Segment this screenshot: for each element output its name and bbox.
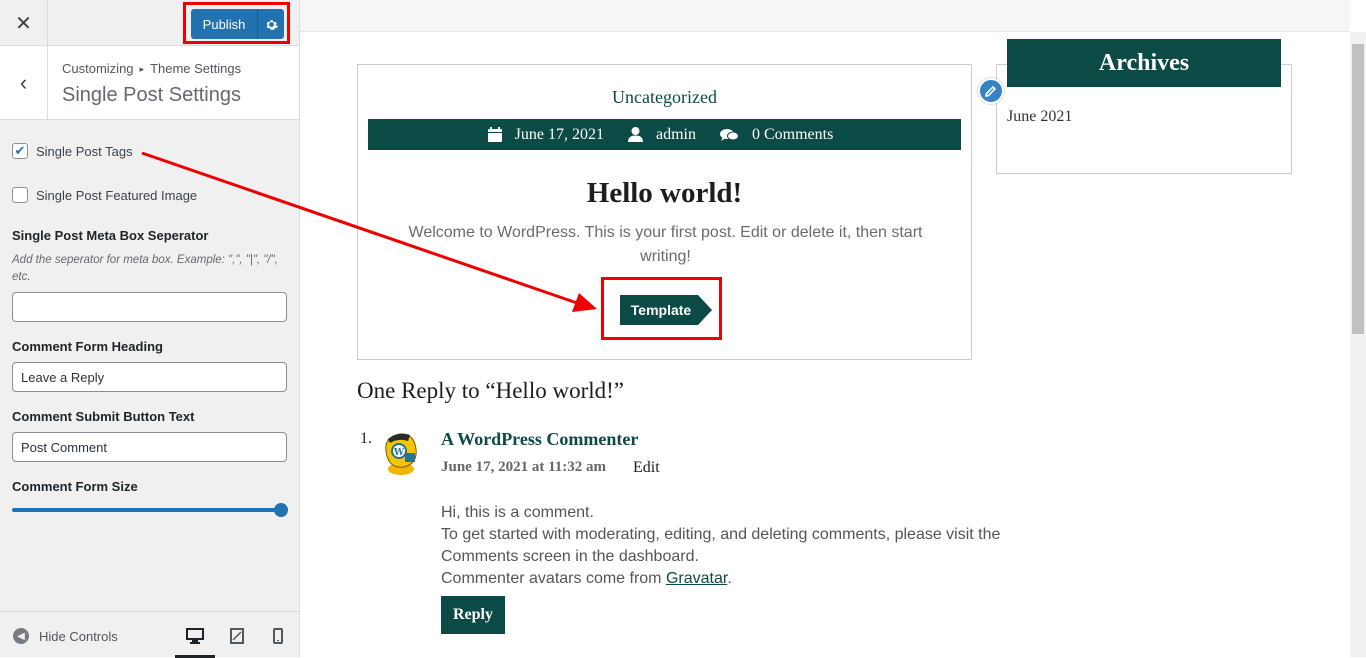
template-button-label: Template <box>630 302 692 318</box>
meta-separator-input[interactable] <box>12 292 287 322</box>
post-comments-text: 0 Comments <box>751 125 834 143</box>
post-category-link[interactable]: Uncategorized <box>358 87 971 108</box>
pencil-icon[interactable] <box>978 78 1004 104</box>
publish-button[interactable]: Publish <box>191 9 257 39</box>
breadcrumb: Customizing ▸ Theme Settings <box>62 61 241 76</box>
checkbox-unchecked[interactable] <box>12 187 28 203</box>
gravatar-link[interactable]: Gravatar <box>666 570 727 587</box>
section-header: ‹ Customizing ▸ Theme Settings Single Post… <box>0 46 299 120</box>
meta-separator-description: Add the seperator for meta box. Example:… <box>12 254 278 283</box>
hide-controls-button[interactable]: ◀ Hide Controls <box>13 628 118 644</box>
comments-heading: One Reply to “Hello world!” <box>357 378 624 403</box>
featured-image-label: Single Post Featured Image <box>36 187 198 203</box>
post-title[interactable]: Hello world! <box>358 177 971 210</box>
archive-link-june-2021[interactable]: June 2021 <box>1007 108 1072 126</box>
comment-number: 1. <box>360 430 372 447</box>
collapse-icon: ◀ <box>13 628 29 644</box>
publish-highlight-box: Publish <box>183 2 290 44</box>
post-author-text: admin <box>655 125 696 143</box>
comment-line-3-suffix: . <box>727 570 732 587</box>
single-post-tags-control[interactable]: ✔ Single Post Tags <box>12 143 133 159</box>
comments-icon <box>719 128 739 141</box>
template-highlight-box: Template <box>601 277 722 340</box>
scrollbar-thumb[interactable] <box>1352 44 1364 334</box>
slider-thumb[interactable] <box>274 503 288 517</box>
comment-date-link[interactable]: June 17, 2021 at 11:32 am <box>441 459 606 476</box>
site-preview: Uncategorized June 17, 2021 admin 0 Comm… <box>300 0 1366 657</box>
comment-body: Hi, this is a comment. To get started wi… <box>441 502 1001 590</box>
post-meta-bar: June 17, 2021 admin 0 Comments <box>368 119 961 150</box>
comment-line-1: Hi, this is a comment. <box>441 504 594 521</box>
reply-button[interactable]: Reply <box>441 596 505 634</box>
template-button[interactable]: Template <box>620 295 712 325</box>
back-arrow-icon[interactable]: ‹ <box>0 46 48 119</box>
post-card: Uncategorized June 17, 2021 admin 0 Comm… <box>357 64 972 360</box>
meta-separator-label: Single Post Meta Box Seperator <box>12 228 209 243</box>
post-excerpt: Welcome to WordPress. This is your first… <box>408 224 923 265</box>
breadcrumb-separator: ▸ <box>139 64 145 74</box>
single-post-tags-label: Single Post Tags <box>36 143 133 159</box>
comment-line-2: To get started with moderating, editing,… <box>441 526 1001 565</box>
archives-heading: Archives <box>1007 39 1281 87</box>
customizer-footer: ◀ Hide Controls <box>0 611 299 658</box>
section-title: Single Post Settings <box>62 84 241 106</box>
comment-submit-input[interactable]: Post Comment <box>12 432 287 462</box>
user-icon <box>627 127 643 142</box>
post-comments-count[interactable]: 0 Comments <box>719 125 841 144</box>
featured-image-control[interactable]: Single Post Featured Image <box>12 187 197 203</box>
preview-scrollbar[interactable] <box>1350 32 1366 657</box>
preview-topbar <box>300 0 1350 32</box>
comment-heading-input[interactable]: Leave a Reply <box>12 362 287 392</box>
slider-track <box>12 508 282 512</box>
commenter-avatar: W <box>380 429 422 477</box>
comment-submit-label: Comment Submit Button Text <box>12 409 195 424</box>
post-date-text: June 17, 2021 <box>514 125 604 143</box>
customizer-sidebar: ✕ Publish ‹ Customizing ▸ Theme Settings S… <box>0 0 300 658</box>
calendar-icon <box>487 127 502 142</box>
desktop-icon[interactable] <box>183 626 207 646</box>
hide-controls-label: Hide Controls <box>39 628 118 644</box>
customizer-header: ✕ Publish <box>0 0 299 46</box>
comment-size-slider[interactable] <box>12 503 288 517</box>
breadcrumb-current: Theme Settings <box>150 61 242 76</box>
mobile-icon[interactable] <box>266 626 290 646</box>
comment-line-3-prefix: Commenter avatars come from <box>441 570 666 587</box>
comment-line-3: Commenter avatars come from Gravatar. <box>441 568 1001 590</box>
breadcrumb-root: Customizing <box>62 61 134 76</box>
svg-text:W: W <box>393 448 405 458</box>
checkbox-checked[interactable]: ✔ <box>12 143 28 159</box>
comment-edit-link[interactable]: Edit <box>633 459 660 477</box>
post-date[interactable]: June 17, 2021 <box>487 125 612 144</box>
comment-heading-label: Comment Form Heading <box>12 339 163 354</box>
comment-size-label: Comment Form Size <box>12 479 138 494</box>
comment-author-link[interactable]: A WordPress Commenter <box>441 429 638 450</box>
close-icon[interactable]: ✕ <box>0 0 48 46</box>
post-author[interactable]: admin <box>627 125 704 144</box>
tablet-icon[interactable] <box>225 626 249 646</box>
gear-icon[interactable] <box>257 9 284 39</box>
